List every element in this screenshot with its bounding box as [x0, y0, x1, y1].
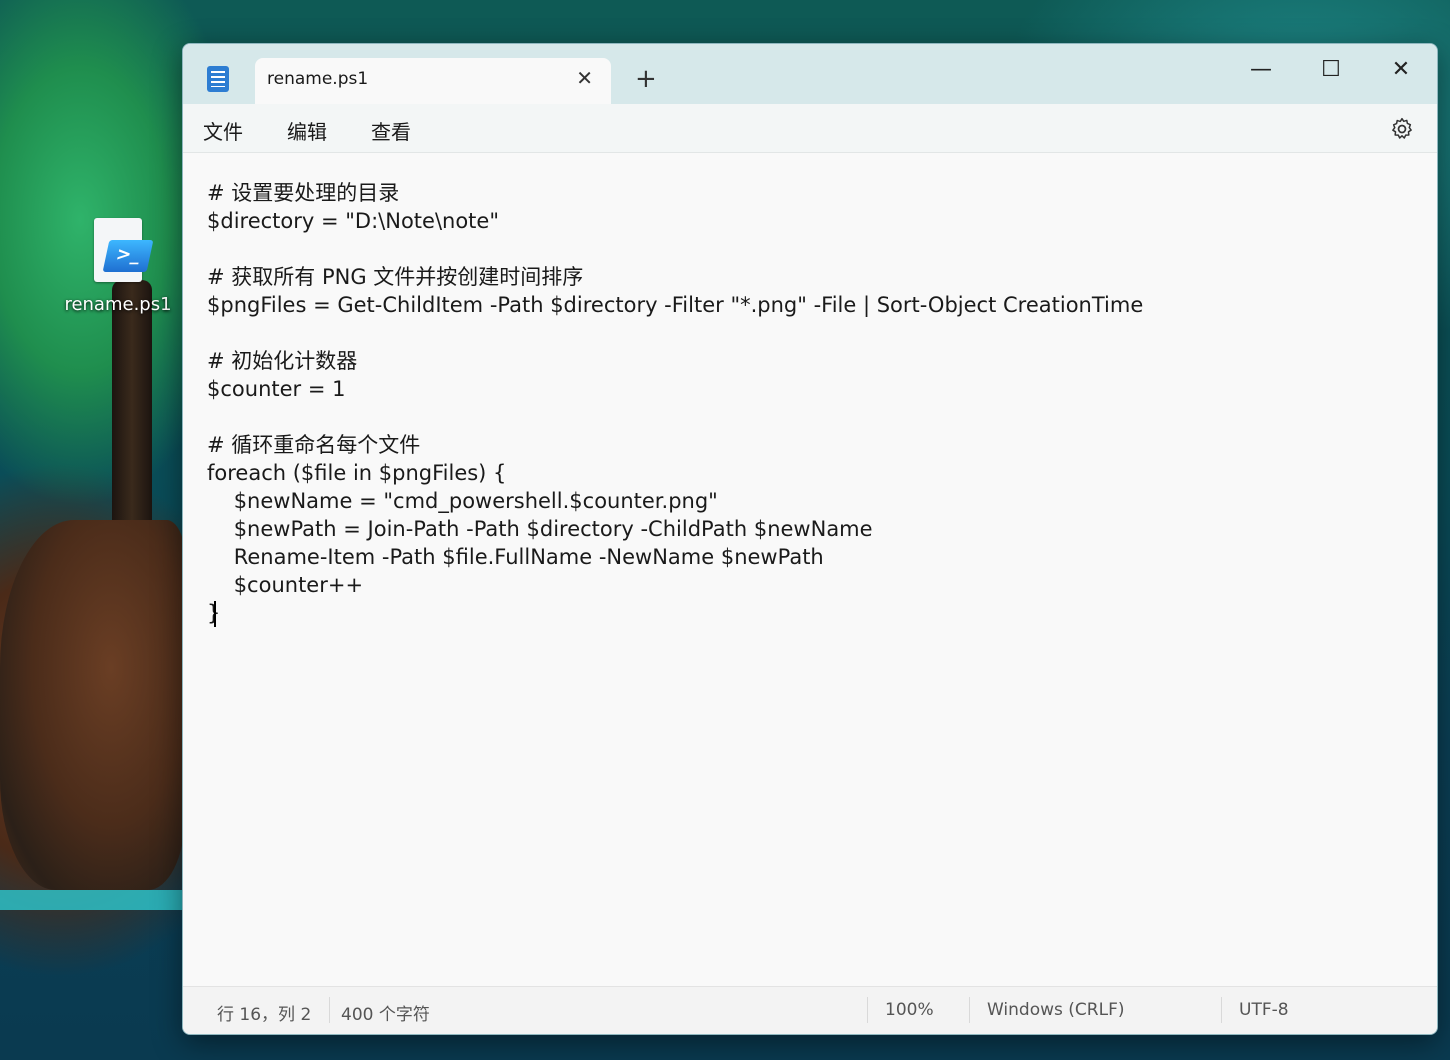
tab-rename-ps1[interactable]: rename.ps1 ✕ [255, 58, 611, 104]
minimize-button[interactable]: — [1231, 50, 1291, 90]
tab-title: rename.ps1 [267, 69, 369, 89]
status-divider [1221, 997, 1222, 1023]
status-divider [329, 997, 330, 1023]
status-divider [867, 997, 868, 1023]
code-line: # 设置要处理的目录 [207, 181, 400, 205]
close-button[interactable]: ✕ [1371, 50, 1431, 90]
menu-bar: 文件 编辑 查看 [183, 104, 1437, 153]
text-caret [214, 601, 216, 627]
new-tab-button[interactable]: + [635, 64, 657, 94]
code-line: $counter++ [207, 573, 364, 597]
code-line: # 初始化计数器 [207, 349, 358, 373]
wallpaper-water [0, 890, 185, 910]
desktop-icon-label: rename.ps1 [64, 294, 172, 315]
menu-view[interactable]: 查看 [371, 116, 411, 145]
menu-file[interactable]: 文件 [203, 116, 243, 145]
code-line: $newPath = Join-Path -Path $directory -C… [207, 517, 873, 541]
code-line: # 获取所有 PNG 文件并按创建时间排序 [207, 265, 584, 289]
desktop-icon-rename-ps1[interactable]: >_ rename.ps1 [62, 212, 174, 322]
notepad-app-icon [207, 66, 229, 92]
status-line-ending[interactable]: Windows (CRLF) [987, 1000, 1125, 1020]
powershell-file-icon: >_ [86, 216, 154, 286]
tab-close-icon[interactable]: ✕ [576, 66, 593, 90]
code-line: # 循环重命名每个文件 [207, 433, 421, 457]
status-divider [969, 997, 970, 1023]
code-line: Rename-Item -Path $file.FullName -NewNam… [207, 545, 824, 569]
code-line: $counter = 1 [207, 377, 346, 401]
wallpaper-soil [0, 520, 185, 890]
status-position: 行 16，列 2 [217, 1005, 312, 1025]
code-line: foreach ($file in $pngFiles) { [207, 461, 507, 485]
text-editor-area[interactable]: # 设置要处理的目录 $directory = "D:\Note\note" #… [183, 153, 1437, 986]
code-line: $newName = "cmd_powershell.$counter.png" [207, 489, 718, 513]
status-encoding[interactable]: UTF-8 [1239, 1000, 1289, 1020]
status-char-count: 400 个字符 [341, 1005, 430, 1025]
maximize-button[interactable]: ☐ [1301, 50, 1361, 90]
settings-gear-icon[interactable] [1389, 116, 1415, 142]
title-bar[interactable]: rename.ps1 ✕ + — ☐ ✕ [183, 44, 1437, 104]
code-line: $pngFiles = Get-ChildItem -Path $directo… [207, 293, 1144, 317]
notepad-window: rename.ps1 ✕ + — ☐ ✕ 文件 编辑 查看 # 设置要处理的目录… [182, 43, 1438, 1035]
menu-edit[interactable]: 编辑 [287, 116, 327, 145]
status-bar: 行 16，列 2 400 个字符 100% Windows (CRLF) UTF… [183, 986, 1437, 1034]
status-zoom[interactable]: 100% [885, 1000, 934, 1020]
code-line: $directory = "D:\Note\note" [207, 209, 499, 233]
